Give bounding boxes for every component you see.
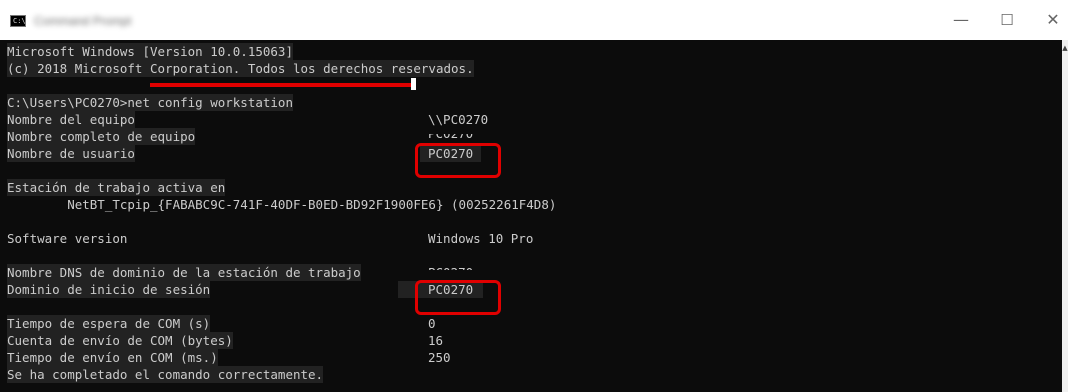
row-value-com-send-timeout: 250 — [428, 350, 451, 365]
scroll-up-arrow-icon[interactable]: ▲ — [1062, 42, 1068, 54]
row-label-com-timeout: Tiempo de espera de COM (s) — [7, 315, 211, 332]
vertical-scrollbar[interactable]: ▲ — [1062, 40, 1068, 392]
console-output[interactable]: Microsoft Windows [Version 10.0.15063] (… — [0, 40, 1062, 392]
console-completed-message: Se ha completado el comando correctament… — [7, 366, 324, 383]
title-bar[interactable]: C:\ Command Prompt — ☐ ✕ — [0, 0, 1068, 40]
redaction-line — [150, 83, 415, 87]
highlight-user-name — [415, 143, 501, 178]
row-label-software-version: Software version — [7, 231, 128, 246]
row-value-dns-domain: PC0270 — [428, 265, 474, 280]
row-label-full-computer-name: Nombre completo de equipo — [7, 128, 196, 145]
row-value-computer-name: \\PC0270 — [428, 112, 489, 127]
row-label-active-workstation: Estación de trabajo activa en — [7, 179, 226, 196]
minimize-button[interactable]: — — [938, 0, 984, 40]
close-button[interactable]: ✕ — [1030, 0, 1068, 40]
row-label-logon-domain: Dominio de inicio de sesión — [7, 281, 211, 298]
row-value-active-workstation: NetBT_Tcpip_{FABABC9C-741F-40DF-B0ED-BD9… — [7, 197, 557, 212]
maximize-button[interactable]: ☐ — [984, 0, 1030, 40]
window-title: Command Prompt — [34, 14, 132, 28]
row-label-com-send-timeout: Tiempo de envío en COM (ms.) — [7, 349, 218, 366]
console-header-version: Microsoft Windows [Version 10.0.15063] — [7, 43, 293, 60]
row-value-com-timeout: 0 — [428, 316, 436, 331]
command-prompt-window: C:\ Command Prompt — ☐ ✕ Microsoft Windo… — [0, 0, 1068, 392]
console-command-line: C:\Users\PC0270>net config workstation — [7, 94, 293, 111]
console-app-icon: C:\ — [10, 15, 26, 27]
console-header-copyright: (c) 2018 Microsoft Corporation. Todos lo… — [7, 60, 474, 77]
highlight-logon-domain — [415, 280, 501, 315]
redaction-line-cap — [411, 78, 416, 90]
row-label-dns-domain: Nombre DNS de dominio de la estación de … — [7, 264, 361, 281]
row-label-computer-name: Nombre del equipo — [7, 111, 135, 128]
row-label-com-send-count: Cuenta de envío de COM (bytes) — [7, 332, 233, 349]
row-value-software-version: Windows 10 Pro — [428, 231, 534, 246]
row-value-com-send-count: 16 — [428, 333, 444, 348]
row-label-user-name: Nombre de usuario — [7, 145, 135, 162]
